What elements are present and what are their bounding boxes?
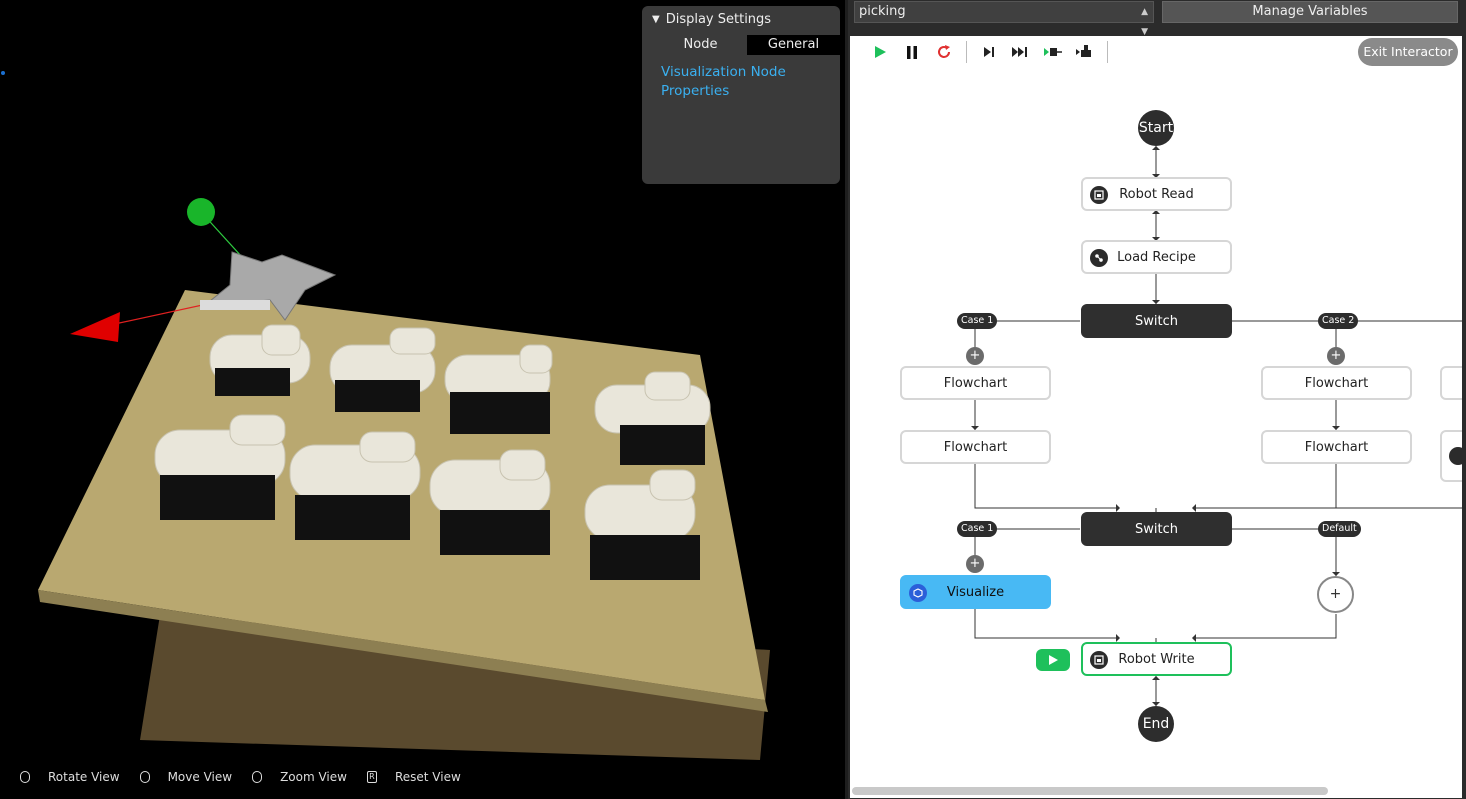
play-icon[interactable] bbox=[864, 41, 896, 63]
3d-viewport[interactable]: ▼ Display Settings Node General Visualiz… bbox=[0, 0, 845, 799]
r-key-icon: R bbox=[366, 771, 377, 783]
robot-write-label: Robot Write bbox=[1118, 651, 1195, 667]
add-node-plus-button[interactable]: + bbox=[966, 555, 984, 573]
flowchart-node-a1[interactable]: Flowchart bbox=[900, 366, 1051, 400]
fast-forward-icon[interactable] bbox=[1005, 41, 1037, 63]
case-2-badge[interactable]: Case 2 bbox=[1318, 313, 1359, 329]
display-settings-panel: ▼ Display Settings Node General Visualiz… bbox=[642, 6, 840, 184]
flowchart-node-a2[interactable]: Flowchart bbox=[900, 430, 1051, 464]
start-node[interactable]: Start bbox=[1138, 110, 1174, 146]
default-badge[interactable]: Default bbox=[1318, 521, 1361, 537]
robot-read-label: Robot Read bbox=[1119, 186, 1194, 202]
view-hints: Rotate View Move View Zoom View R Reset V… bbox=[20, 770, 481, 784]
step-icon[interactable] bbox=[973, 41, 1005, 63]
running-play-icon bbox=[1036, 649, 1070, 671]
flow-connectors bbox=[971, 146, 1462, 706]
recipe-icon bbox=[1449, 447, 1462, 465]
robot-read-node[interactable]: Robot Read bbox=[1081, 177, 1232, 211]
toolbar-divider bbox=[966, 41, 967, 63]
mouse-left-icon bbox=[20, 771, 30, 783]
collapse-triangle-icon[interactable]: ▼ bbox=[652, 14, 660, 25]
exit-interactor-button[interactable]: Exit Interactor bbox=[1358, 38, 1458, 66]
case-1-badge[interactable]: Case 1 bbox=[957, 313, 998, 329]
robot-write-icon bbox=[1090, 651, 1108, 669]
visualize-label: Visualize bbox=[946, 584, 1005, 600]
run-toolbar bbox=[864, 41, 1114, 63]
robot-write-node[interactable]: Robot Write bbox=[1081, 642, 1232, 676]
mouse-right-icon bbox=[139, 771, 150, 783]
flowchart-node-c2[interactable] bbox=[1440, 430, 1462, 482]
restart-icon[interactable] bbox=[928, 41, 960, 63]
flow-selector-value: picking bbox=[859, 4, 906, 19]
move-view-label: Move View bbox=[167, 770, 233, 784]
visualize-node[interactable]: Visualize bbox=[900, 575, 1051, 609]
mouse-wheel-icon bbox=[252, 771, 263, 783]
flow-selector[interactable]: picking ▲ ▼ bbox=[854, 1, 1154, 37]
case-1-badge[interactable]: Case 1 bbox=[957, 521, 998, 537]
manage-variables-button[interactable]: Manage Variables bbox=[1162, 1, 1458, 23]
flowchart-node-b2[interactable]: Flowchart bbox=[1261, 430, 1412, 464]
horizontal-scrollbar[interactable] bbox=[852, 787, 1328, 795]
load-recipe-node[interactable]: Load Recipe bbox=[1081, 240, 1232, 274]
switch-node-2[interactable]: Switch bbox=[1081, 512, 1232, 546]
tab-node[interactable]: Node bbox=[654, 35, 747, 55]
flowchart-node-b1[interactable]: Flowchart bbox=[1261, 366, 1412, 400]
switch-node-1[interactable]: Switch bbox=[1081, 304, 1232, 338]
flowchart-canvas[interactable]: Exit Interactor Start Robot Read Load Re… bbox=[850, 36, 1462, 798]
toolbar-divider bbox=[1107, 41, 1108, 63]
add-node-plus-button[interactable]: + bbox=[966, 347, 984, 365]
add-node-plus-button[interactable]: + bbox=[1327, 347, 1345, 365]
visualization-node-properties-link[interactable]: Visualization Node Properties bbox=[661, 63, 821, 101]
robot-step-icon[interactable] bbox=[1069, 41, 1101, 63]
load-recipe-label: Load Recipe bbox=[1117, 249, 1196, 265]
display-settings-title: Display Settings bbox=[665, 12, 772, 27]
reset-view-label: Reset View bbox=[394, 770, 461, 784]
flowchart-node-c1[interactable] bbox=[1440, 366, 1462, 400]
display-settings-header[interactable]: ▼ Display Settings bbox=[642, 6, 840, 33]
flow-editor-pane: picking ▲ ▼ Manage Variables Exit Intera… bbox=[848, 0, 1466, 799]
rotate-view-label: Rotate View bbox=[48, 770, 120, 784]
step-into-icon[interactable] bbox=[1037, 41, 1069, 63]
recipe-icon bbox=[1090, 249, 1108, 267]
end-node[interactable]: End bbox=[1138, 706, 1174, 742]
zoom-view-label: Zoom View bbox=[280, 770, 347, 784]
add-node-plus-button[interactable]: + bbox=[1317, 576, 1354, 613]
tab-general[interactable]: General bbox=[747, 35, 840, 55]
cube-icon bbox=[909, 584, 927, 602]
pause-icon[interactable] bbox=[896, 41, 928, 63]
robot-read-icon bbox=[1090, 186, 1108, 204]
